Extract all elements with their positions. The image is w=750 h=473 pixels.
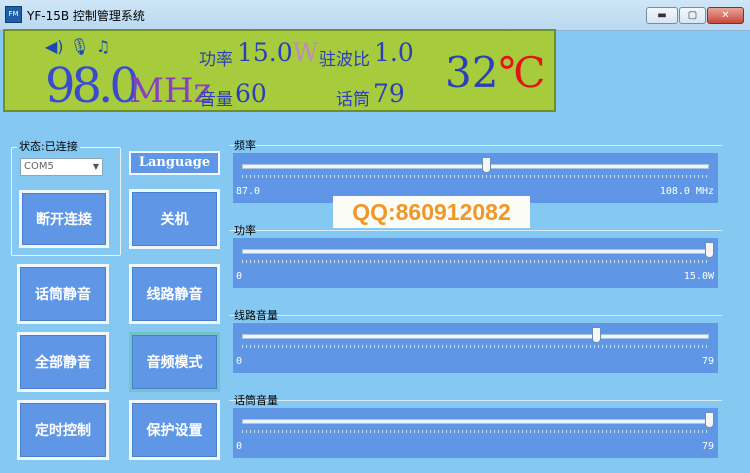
line-volume-slider-ticks — [242, 345, 709, 348]
vswr-value: 1.0 — [374, 38, 414, 67]
mic-volume-slider-ticks — [242, 430, 709, 433]
frequency-slider-track[interactable] — [242, 164, 709, 169]
line-volume-slider-group: 线路音量 0 79 — [229, 307, 722, 377]
power-readout: 15.0W — [237, 38, 318, 68]
mic-volume-slider-max: 79 — [701, 441, 714, 452]
lcd-display: ◀) 🎙 ♫ 98.0 MHz 功率 15.0W 驻波比 1.0 音量 60 话筒 … — [3, 29, 556, 114]
maximize-button[interactable]: ▢ — [679, 7, 706, 24]
mic-value: 79 — [373, 79, 405, 108]
line-volume-slider-max: 79 — [701, 356, 714, 367]
power-slider-group: 功率 0 15.0W — [229, 222, 722, 292]
frequency-slider-label: 频率 — [234, 139, 256, 152]
speaker-icon: ◀) — [45, 37, 64, 56]
close-button[interactable]: ✕ — [707, 7, 744, 24]
power-slider-ticks — [242, 260, 709, 263]
line-volume-slider-track[interactable] — [242, 334, 709, 339]
line-volume-slider-min: 0 — [236, 356, 243, 367]
frequency-slider-min: 87.0 — [236, 186, 261, 197]
microphone-icon: 🎙 — [69, 37, 90, 56]
power-unit: W — [292, 38, 319, 67]
temperature-value: 32 — [445, 48, 499, 97]
frequency-slider-ticks — [242, 175, 709, 178]
frequency-slider-max: 108.0 MHz — [659, 186, 714, 197]
line-volume-slider-panel: 0 79 — [233, 323, 718, 373]
app-icon: FM — [5, 6, 22, 23]
com-port-select[interactable]: COM5 ▼ — [20, 158, 103, 176]
mic-volume-slider-thumb[interactable] — [704, 412, 714, 428]
line-mute-button[interactable]: 线路静音 — [129, 264, 220, 324]
vswr-label: 驻波比 — [319, 50, 370, 70]
frequency-slider-thumb[interactable] — [482, 157, 492, 173]
lcd-status-icons: ◀) 🎙 ♫ — [45, 37, 116, 56]
audio-mode-button[interactable]: 音频模式 — [129, 332, 220, 392]
frequency-readout: 98.0 — [45, 58, 140, 114]
com-port-value: COM5 — [24, 161, 54, 172]
mic-label: 话筒 — [336, 90, 370, 110]
mic-volume-slider-track[interactable] — [242, 419, 709, 424]
timer-control-button[interactable]: 定时控制 — [17, 400, 109, 460]
language-button[interactable]: Language — [129, 151, 220, 175]
protection-settings-button[interactable]: 保护设置 — [129, 400, 220, 460]
mic-volume-slider-group: 话筒音量 0 79 — [229, 392, 722, 462]
watermark-banner: QQ:860912082 — [333, 196, 530, 228]
temperature-readout: 32℃ — [445, 48, 545, 97]
volume-value: 60 — [235, 79, 267, 108]
volume-label: 音量 — [199, 90, 233, 110]
power-slider-track[interactable] — [242, 249, 709, 254]
mic-volume-slider-label: 话筒音量 — [234, 394, 278, 407]
power-value: 15.0 — [237, 38, 293, 67]
temperature-unit: ℃ — [498, 48, 546, 97]
line-volume-slider-thumb[interactable] — [592, 327, 602, 343]
shutdown-button[interactable]: 关机 — [129, 189, 220, 249]
mic-mute-button[interactable]: 话筒静音 — [17, 264, 109, 324]
power-slider-max: 15.0W — [683, 271, 714, 282]
power-slider-min: 0 — [236, 271, 243, 282]
minimize-button[interactable]: ▬ — [646, 7, 678, 24]
power-slider-thumb[interactable] — [704, 242, 714, 258]
mic-volume-slider-panel: 0 79 — [233, 408, 718, 458]
all-mute-button[interactable]: 全部静音 — [17, 332, 109, 392]
music-note-icon: ♫ — [95, 37, 111, 56]
disconnect-button[interactable]: 断开连接 — [19, 190, 109, 248]
title-bar: FM YF-15B 控制管理系统 ▬ ▢ ✕ — [0, 0, 750, 31]
connection-status: 状态:已连接 — [17, 138, 80, 154]
power-slider-panel: 0 15.0W — [233, 238, 718, 288]
power-label: 功率 — [199, 50, 233, 70]
power-slider-label: 功率 — [234, 224, 256, 237]
window-title: YF-15B 控制管理系统 — [27, 9, 145, 23]
chevron-down-icon[interactable]: ▼ — [93, 159, 99, 175]
mic-volume-slider-min: 0 — [236, 441, 243, 452]
line-volume-slider-label: 线路音量 — [234, 309, 278, 322]
